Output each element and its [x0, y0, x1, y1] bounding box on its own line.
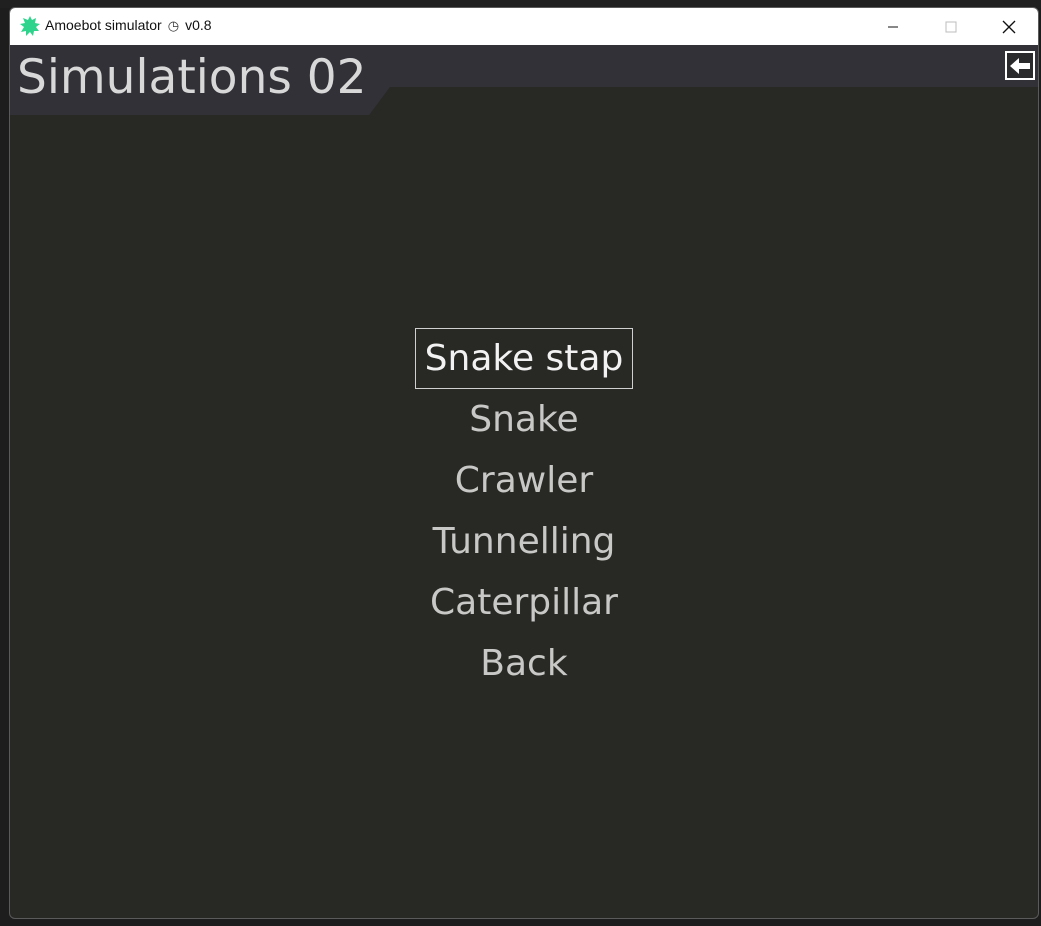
maximize-button[interactable]	[922, 8, 980, 45]
title-bar[interactable]: Amoebot simulator ◷ v0.8	[10, 8, 1038, 45]
app-window: Amoebot simulator ◷ v0.8 Simulations 02 Sn…	[9, 7, 1039, 919]
menu-item-crawler[interactable]: Crawler	[455, 450, 593, 511]
menu-item-snake[interactable]: Snake	[469, 389, 578, 450]
clock-icon: ◷	[167, 18, 180, 33]
minimize-button[interactable]	[864, 8, 922, 45]
maximize-icon	[945, 21, 957, 32]
amoeba-icon	[20, 16, 40, 36]
arrow-left-icon	[1010, 57, 1030, 74]
menu-item-caterpillar[interactable]: Caterpillar	[430, 572, 618, 633]
window-title-label: Amoebot simulator	[45, 17, 162, 33]
menu-item-snake-stap[interactable]: Snake stap	[414, 328, 634, 389]
menu-item-back[interactable]: Back	[480, 633, 567, 694]
close-icon	[1002, 20, 1016, 33]
window-version: v0.8	[185, 17, 212, 33]
back-arrow-button[interactable]	[1005, 51, 1035, 80]
menu-item-tunnelling[interactable]: Tunnelling	[433, 511, 616, 572]
minimize-icon	[888, 26, 898, 27]
page-title: Simulations 02	[17, 50, 367, 105]
simulation-menu: Snake stap Snake Crawler Tunnelling Cate…	[10, 328, 1038, 694]
window-title: Amoebot simulator ◷ v0.8	[45, 17, 212, 34]
close-button[interactable]	[980, 8, 1038, 45]
